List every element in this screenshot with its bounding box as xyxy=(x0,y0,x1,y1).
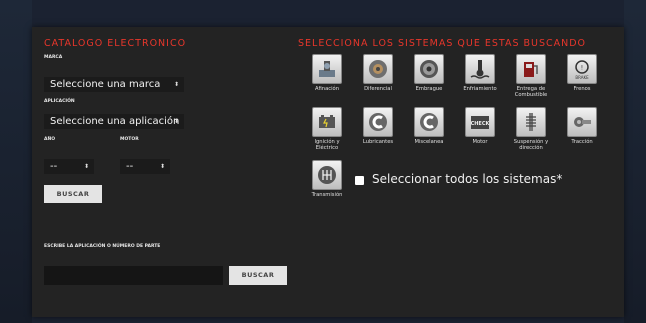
system-traccion[interactable]: Tracción xyxy=(558,107,606,145)
engine-select[interactable]: -- ⬍ xyxy=(120,159,170,174)
system-motor[interactable]: CHECK Motor xyxy=(456,107,504,145)
gear-shift-icon xyxy=(312,160,342,190)
system-label: Tracción xyxy=(571,139,593,145)
year-label: AÑO xyxy=(44,137,56,142)
system-ignicion[interactable]: Ignición y Eléctrico xyxy=(303,107,351,151)
catalog-search-button[interactable]: BUSCAR xyxy=(44,185,102,203)
differential-gear-icon xyxy=(363,54,393,84)
check-engine-icon: CHECK xyxy=(465,107,495,137)
brake-warning-icon: ! BRAKE xyxy=(567,54,597,84)
misc-c-icon xyxy=(414,107,444,137)
system-label: Diferencial xyxy=(364,86,392,92)
cv-joint-icon xyxy=(567,107,597,137)
application-label: APLICACIÓN xyxy=(44,99,75,104)
lubricant-c-icon xyxy=(363,107,393,137)
system-transmision[interactable]: Transmisión xyxy=(303,160,351,198)
catalog-panel: CATALOGO ELECTRONICO MARCA Seleccione un… xyxy=(32,27,624,317)
system-diferencial[interactable]: Diferencial xyxy=(354,54,402,92)
application-select-value: Seleccione una aplicación xyxy=(50,116,180,127)
part-search-label: ESCRIBE LA APLICACIÓN O NÚMERO DE PARTE xyxy=(44,244,161,249)
system-suspension[interactable]: Suspensión y dirección xyxy=(507,107,555,151)
catalog-title: CATALOGO ELECTRONICO xyxy=(44,38,187,49)
battery-icon xyxy=(312,107,342,137)
system-entrega-combustible[interactable]: Entrega de Combustible xyxy=(507,54,555,98)
system-label: Frenos xyxy=(573,86,591,92)
fuel-pump-icon xyxy=(516,54,546,84)
part-search-button[interactable]: BUSCAR xyxy=(229,266,287,285)
svg-text:!: ! xyxy=(581,65,583,72)
svg-text:CHECK: CHECK xyxy=(471,121,491,127)
system-label: Lubricantes xyxy=(362,139,394,145)
select-arrows-icon: ⬍ xyxy=(173,81,179,88)
system-frenos[interactable]: ! BRAKE Frenos xyxy=(558,54,606,92)
application-select[interactable]: Seleccione una aplicación ⬍ xyxy=(44,114,184,129)
background-left xyxy=(0,0,32,323)
engine-select-value: -- xyxy=(126,161,134,172)
clutch-plate-icon xyxy=(414,54,444,84)
system-label: Motor xyxy=(472,139,488,145)
systems-title: SELECCIONA LOS SISTEMAS QUE ESTAS BUSCAN… xyxy=(298,38,587,49)
brand-label: MARCA xyxy=(44,55,63,60)
system-miscelanea[interactable]: Miscelanea xyxy=(405,107,453,145)
year-select-value: -- xyxy=(50,161,58,172)
background-right xyxy=(624,0,646,323)
select-all-label[interactable]: Seleccionar todos los sistemas* xyxy=(372,172,562,186)
svg-text:BRAKE: BRAKE xyxy=(575,75,589,80)
system-label: Transmisión xyxy=(311,192,343,198)
system-label: Afinación xyxy=(314,86,340,92)
part-search-input[interactable] xyxy=(44,266,223,285)
system-afinacion[interactable]: Afinación xyxy=(303,54,351,92)
system-embrague[interactable]: Embrague xyxy=(405,54,453,92)
spark-plug-icon xyxy=(312,54,342,84)
brand-select-value: Seleccione una marca xyxy=(50,79,161,90)
system-label: Enfriamiento xyxy=(463,86,497,92)
system-label: Entrega de Combustible xyxy=(514,86,548,98)
system-label: Miscelanea xyxy=(414,139,444,145)
system-enfriamiento[interactable]: Enfriamiento xyxy=(456,54,504,92)
select-arrows-icon: ⬍ xyxy=(173,118,179,125)
shock-absorber-icon xyxy=(516,107,546,137)
system-lubricantes[interactable]: Lubricantes xyxy=(354,107,402,145)
select-arrows-icon: ⬍ xyxy=(159,163,165,170)
system-label: Suspensión y dirección xyxy=(513,139,549,151)
select-all-checkbox[interactable] xyxy=(355,176,364,185)
system-label: Ignición y Eléctrico xyxy=(314,139,340,151)
coolant-temperature-icon xyxy=(465,54,495,84)
system-label: Embrague xyxy=(415,86,443,92)
year-select[interactable]: -- ⬍ xyxy=(44,159,94,174)
brand-select[interactable]: Seleccione una marca ⬍ xyxy=(44,77,184,92)
select-arrows-icon: ⬍ xyxy=(83,163,89,170)
engine-label: MOTOR xyxy=(120,137,139,142)
